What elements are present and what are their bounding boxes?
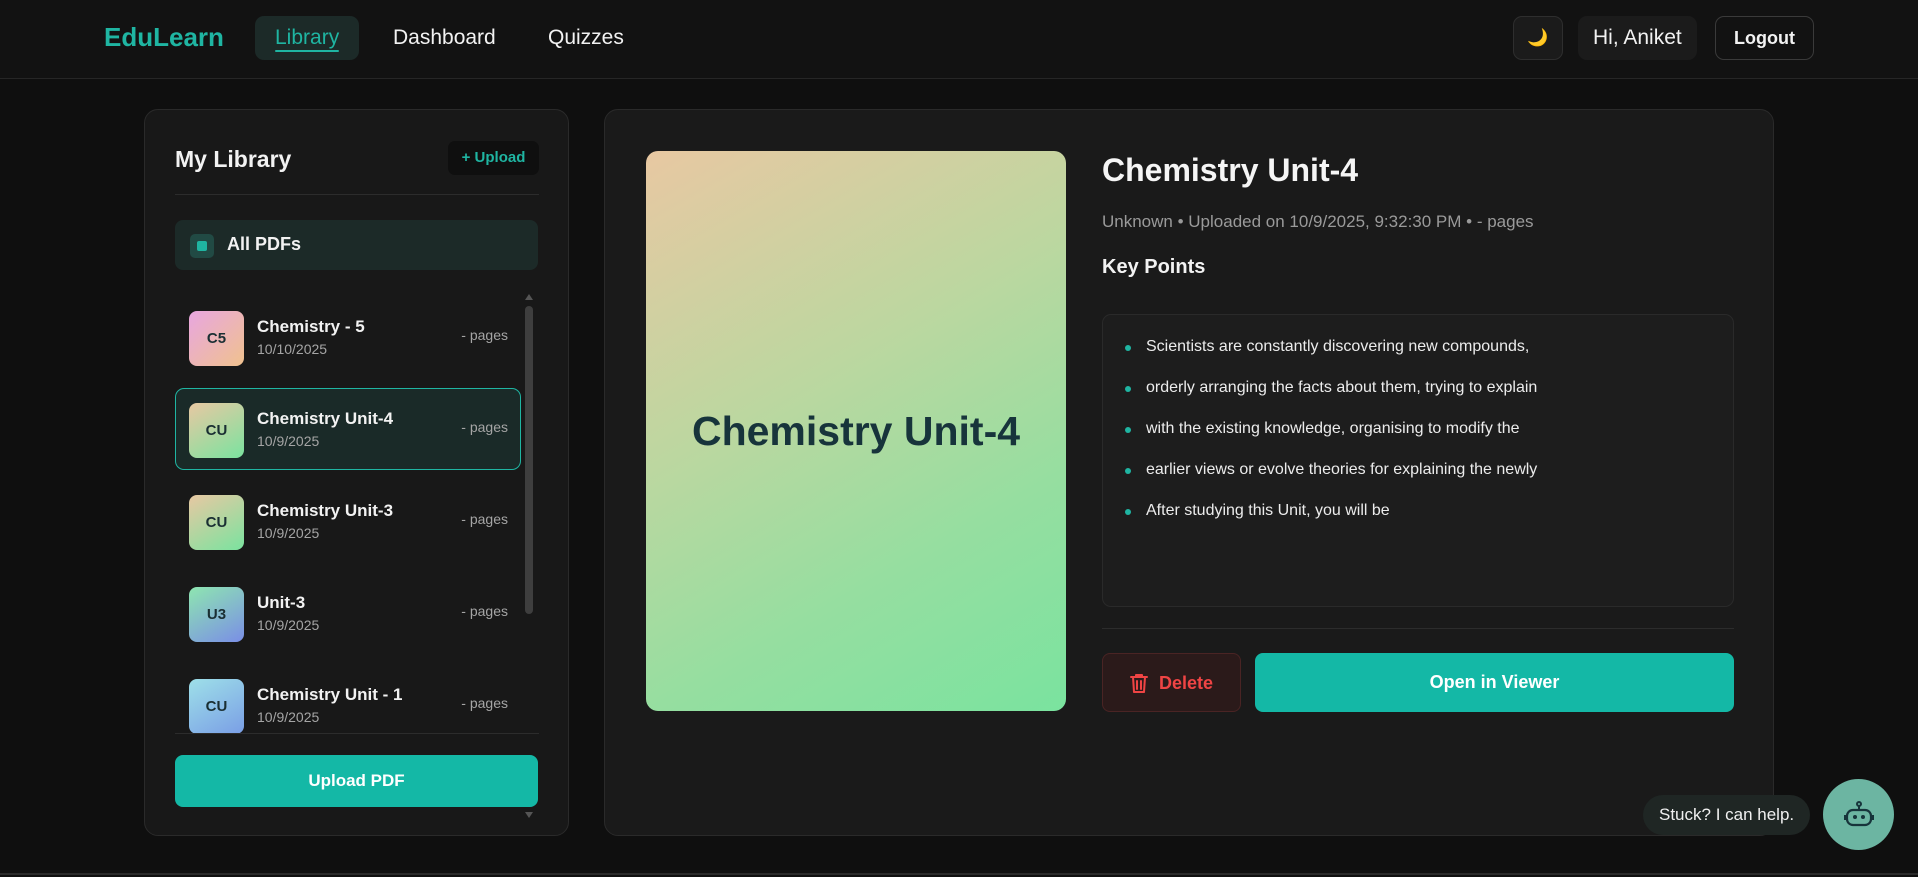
key-point-text: earlier views or evolve theories for exp… xyxy=(1146,461,1538,478)
pdf-date: 10/9/2025 xyxy=(257,709,320,725)
key-point-text: orderly arranging the facts about them, … xyxy=(1146,379,1538,396)
pdf-list-item-selected[interactable]: CU Chemistry Unit-4 10/9/2025 - pages xyxy=(175,388,521,470)
library-divider-top xyxy=(175,194,539,195)
pdf-thumbnail: U3 xyxy=(189,587,244,642)
cover-title: Chemistry Unit-4 xyxy=(691,408,1021,454)
key-point: After studying this Unit, you will be xyxy=(1123,501,1713,542)
key-point-text: with the existing knowledge, organising … xyxy=(1146,420,1520,437)
pdf-list-item[interactable]: U3 Unit-3 10/9/2025 - pages xyxy=(175,572,521,654)
moon-icon: 🌙 xyxy=(1527,28,1549,47)
pdf-date: 10/9/2025 xyxy=(257,617,320,633)
nav-quizzes-label: Quizzes xyxy=(548,26,624,49)
pdf-thumbnail: C5 xyxy=(189,311,244,366)
key-point-text: After studying this Unit, you will be xyxy=(1146,502,1390,519)
bullet-icon xyxy=(1125,345,1131,351)
key-point: orderly arranging the facts about them, … xyxy=(1123,378,1713,419)
pdf-date: 10/10/2025 xyxy=(257,341,328,357)
nav-dashboard-label: Dashboard xyxy=(393,26,496,49)
nav-dashboard[interactable]: Dashboard xyxy=(373,16,516,60)
help-bubble[interactable]: Stuck? I can help. xyxy=(1643,795,1811,835)
library-divider-bottom xyxy=(175,733,539,734)
pdf-pages: - pages xyxy=(461,511,508,527)
all-pdfs-label: All PDFs xyxy=(227,234,302,254)
folder-icon xyxy=(190,234,214,258)
key-point: Scientists are constantly discovering ne… xyxy=(1123,337,1713,378)
logout-button[interactable]: Logout xyxy=(1715,16,1814,60)
pdf-list-scrollbar[interactable] xyxy=(525,294,533,818)
nav-active-underline xyxy=(275,50,340,52)
pdf-thumbnail: CU xyxy=(189,495,244,550)
theme-toggle-button[interactable]: 🌙 xyxy=(1513,16,1563,60)
pdf-name: Chemistry - 5 xyxy=(257,317,365,336)
delete-label: Delete xyxy=(1159,673,1214,693)
pdf-pages: - pages xyxy=(461,327,508,343)
pdf-thumbnail: CU xyxy=(189,679,244,734)
document-meta: Unknown • Uploaded on 10/9/2025, 9:32:30… xyxy=(1102,212,1534,231)
scroll-up-arrow-icon[interactable] xyxy=(525,294,533,300)
library-title: My Library xyxy=(175,146,292,172)
nav-quizzes[interactable]: Quizzes xyxy=(528,16,644,60)
key-points-heading: Key Points xyxy=(1102,256,1206,278)
help-chat-button[interactable] xyxy=(1823,779,1894,850)
bullet-icon xyxy=(1125,427,1131,433)
pdf-list-item[interactable]: CU Chemistry Unit-3 10/9/2025 - pages xyxy=(175,480,521,562)
pdf-list[interactable]: C5 Chemistry - 5 10/10/2025 - pages CU C… xyxy=(175,296,521,826)
document-title: Chemistry Unit-4 xyxy=(1102,152,1359,188)
library-panel: My Library + Upload All PDFs C5 Chemistr… xyxy=(144,109,569,836)
delete-button[interactable]: Delete xyxy=(1102,653,1241,712)
pdf-name: Unit-3 xyxy=(257,593,306,612)
pdf-name: Chemistry Unit - 1 xyxy=(257,685,403,704)
detail-divider xyxy=(1102,628,1734,629)
key-point-text: Scientists are constantly discovering ne… xyxy=(1146,338,1530,355)
pdf-name: Chemistry Unit-4 xyxy=(257,409,394,428)
key-points-list: Scientists are constantly discovering ne… xyxy=(1102,314,1734,607)
pdf-list-item[interactable]: C5 Chemistry - 5 10/10/2025 - pages xyxy=(175,296,521,378)
pdf-pages: - pages xyxy=(461,695,508,711)
upload-small-button[interactable]: + Upload xyxy=(448,141,539,175)
pdf-detail-panel: Chemistry Unit-4 Chemistry Unit-4 Unknow… xyxy=(604,109,1774,836)
scrollbar-thumb[interactable] xyxy=(525,306,533,614)
scroll-down-arrow-icon[interactable] xyxy=(525,812,533,818)
bottom-border xyxy=(0,873,1918,875)
user-greeting: Hi, Aniket xyxy=(1578,16,1697,60)
pdf-pages: - pages xyxy=(461,603,508,619)
all-pdfs-filter[interactable]: All PDFs xyxy=(175,220,538,270)
pdf-name: Chemistry Unit-3 xyxy=(257,501,394,520)
trash-icon xyxy=(1130,674,1148,693)
upload-pdf-button[interactable]: Upload PDF xyxy=(175,755,538,807)
nav-library[interactable]: Library xyxy=(255,16,360,60)
bullet-icon xyxy=(1125,468,1131,474)
bullet-icon xyxy=(1125,386,1131,392)
brand-logo[interactable]: EduLearn xyxy=(104,22,224,53)
bullet-icon xyxy=(1125,509,1131,515)
top-navbar: EduLearn Library Dashboard Quizzes 🌙 Hi,… xyxy=(0,0,1918,79)
pdf-cover-preview: Chemistry Unit-4 xyxy=(646,151,1066,711)
robot-icon xyxy=(1844,801,1874,827)
pdf-thumbnail: CU xyxy=(189,403,244,458)
pdf-pages: - pages xyxy=(461,419,508,435)
nav-library-label: Library xyxy=(275,26,340,49)
pdf-date: 10/9/2025 xyxy=(257,525,320,541)
key-point: earlier views or evolve theories for exp… xyxy=(1123,460,1713,501)
open-in-viewer-button[interactable]: Open in Viewer xyxy=(1255,653,1734,712)
key-point: with the existing knowledge, organising … xyxy=(1123,419,1713,460)
pdf-date: 10/9/2025 xyxy=(257,433,320,449)
